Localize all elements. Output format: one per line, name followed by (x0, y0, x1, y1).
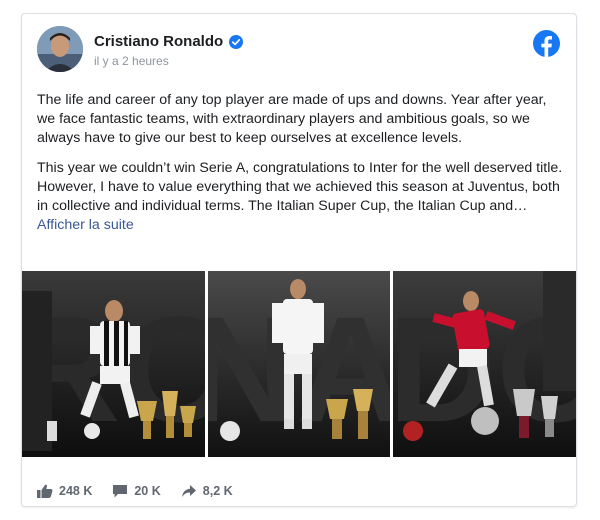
comment-count: 20 K (134, 484, 161, 498)
juventus-panel[interactable]: RO (22, 271, 205, 457)
post-paragraph-1: The life and career of any top player ar… (37, 92, 547, 146)
thumbs-up-icon (37, 484, 53, 498)
verified-badge-icon (229, 34, 244, 49)
like-count: 248 K (59, 484, 93, 498)
post-text: The life and career of any top player ar… (37, 91, 567, 246)
comment-icon (113, 485, 128, 498)
real-madrid-image: NA (207, 271, 391, 457)
like-stat[interactable]: 248 K (37, 484, 92, 498)
manchester-united-image: DO (393, 271, 577, 457)
author-name[interactable]: Cristiano Ronaldo (94, 33, 223, 50)
photo-gallery: RO (22, 271, 577, 457)
post-stats: 248 K 20 K 8,2 K (37, 484, 253, 498)
post-card: Cristiano Ronaldo il y a 2 heures The li… (21, 13, 577, 507)
share-arrow-icon (181, 485, 196, 497)
manchester-united-panel[interactable]: DO (393, 271, 577, 457)
post-timestamp[interactable]: il y a 2 heures (94, 54, 169, 68)
post-header: Cristiano Ronaldo il y a 2 heures (22, 14, 576, 84)
share-stat[interactable]: 8,2 K (181, 484, 233, 498)
share-count: 8,2 K (202, 484, 233, 498)
comment-stat[interactable]: 20 K (112, 484, 161, 498)
author-avatar[interactable] (37, 26, 83, 72)
post-paragraph-2: This year we couldn’t win Serie A, congr… (37, 159, 567, 235)
see-more-link[interactable]: Afficher la suite (37, 217, 134, 233)
author-name-row: Cristiano Ronaldo (94, 33, 244, 50)
post-paragraph-2-text: This year we couldn’t win Serie A, congr… (37, 160, 563, 214)
juventus-image: RO (22, 271, 205, 457)
facebook-logo-icon[interactable] (533, 30, 560, 57)
real-madrid-panel[interactable]: NA (207, 271, 391, 457)
